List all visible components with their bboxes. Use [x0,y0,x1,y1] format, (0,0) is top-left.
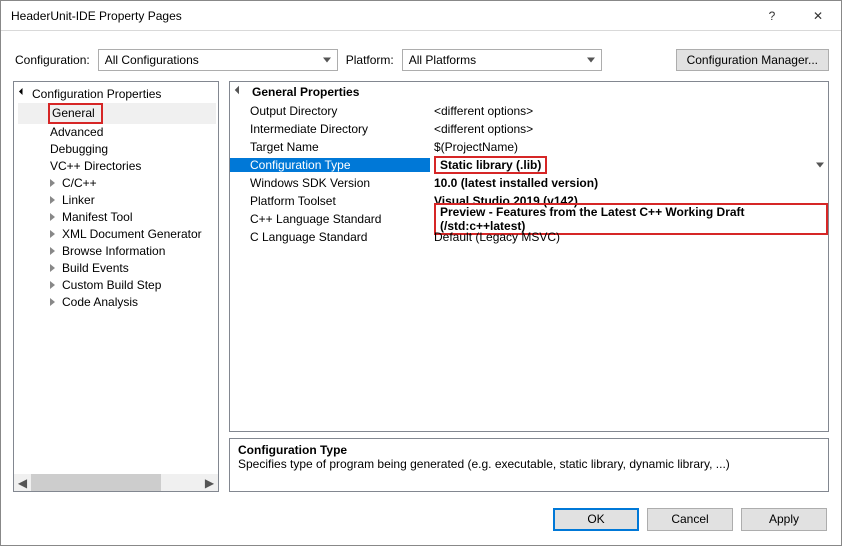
body: Configuration Properties General Advance… [1,81,841,500]
tree-horizontal-scrollbar[interactable]: ◀ ▶ [14,474,218,491]
tree-item-advanced[interactable]: Advanced [18,124,216,141]
prop-label: Intermediate Directory [230,122,430,136]
configuration-type-value: Static library (.lib) [434,156,547,174]
tree-item-xml-document-generator[interactable]: XML Document Generator [18,226,216,243]
prop-value[interactable]: Static library (.lib) [430,156,828,174]
help-icon: ? [769,9,776,23]
tree-item-code-analysis[interactable]: Code Analysis [18,294,216,311]
platform-value: All Platforms [409,53,476,67]
grid-header-label: General Properties [252,85,359,99]
configuration-manager-button[interactable]: Configuration Manager... [676,49,829,71]
chevron-right-icon[interactable] [48,298,56,306]
property-pages-dialog: HeaderUnit-IDE Property Pages ? ✕ Config… [0,0,842,546]
prop-label: C Language Standard [230,230,430,244]
row-cpp-language-standard[interactable]: C++ Language StandardPreview - Features … [230,210,828,228]
row-windows-sdk-version[interactable]: Windows SDK Version10.0 (latest installe… [230,174,828,192]
prop-value[interactable]: <different options> [430,104,828,118]
description-text: Specifies type of program being generate… [238,457,820,471]
tree-item-browse-information[interactable]: Browse Information [18,243,216,260]
tree-item-label: XML Document Generator [62,227,202,241]
scroll-track[interactable] [31,474,201,491]
row-output-directory[interactable]: Output Directory<different options> [230,102,828,120]
prop-label: Configuration Type [230,158,430,172]
tree-item-label: Browse Information [62,244,165,258]
tree-root-configuration-properties[interactable]: Configuration Properties [18,86,216,103]
row-intermediate-directory[interactable]: Intermediate Directory<different options… [230,120,828,138]
tree-item-label: VC++ Directories [50,159,141,173]
tree-item-manifest-tool[interactable]: Manifest Tool [18,209,216,226]
chevron-down-icon[interactable] [236,87,246,97]
chevron-right-icon[interactable] [48,281,56,289]
row-configuration-type[interactable]: Configuration Type Static library (.lib) [230,156,828,174]
tree-item-label: Advanced [50,125,103,139]
chevron-right-icon[interactable] [48,264,56,272]
window-title: HeaderUnit-IDE Property Pages [11,9,749,23]
scroll-left-icon[interactable]: ◀ [14,474,31,491]
tree-item-label: Build Events [62,261,129,275]
platform-dropdown[interactable]: All Platforms [402,49,602,71]
tree-root-label: Configuration Properties [32,87,161,101]
configuration-label: Configuration: [15,53,90,67]
tree-item-build-events[interactable]: Build Events [18,260,216,277]
chevron-right-icon[interactable] [48,230,56,238]
row-c-language-standard[interactable]: C Language StandardDefault (Legacy MSVC) [230,228,828,246]
tree-item-label: Code Analysis [62,295,138,309]
scroll-thumb[interactable] [31,474,161,491]
tree-item-general[interactable]: General [18,103,216,124]
tree-item-vcpp-directories[interactable]: VC++ Directories [18,158,216,175]
config-toolbar: Configuration: All Configurations Platfo… [1,31,841,81]
tree-item-linker[interactable]: Linker [18,192,216,209]
title-bar: HeaderUnit-IDE Property Pages ? ✕ [1,1,841,31]
chevron-right-icon[interactable] [48,196,56,204]
help-button[interactable]: ? [749,1,795,31]
close-icon: ✕ [813,9,823,23]
platform-label: Platform: [346,53,394,67]
configuration-manager-label: Configuration Manager... [687,53,818,67]
prop-label: C++ Language Standard [230,212,430,226]
right-pane: General Properties Output Directory<diff… [229,81,829,492]
apply-button[interactable]: Apply [741,508,827,531]
prop-value[interactable]: Default (Legacy MSVC) [430,230,828,244]
scroll-right-icon[interactable]: ▶ [201,474,218,491]
cancel-button[interactable]: Cancel [647,508,733,531]
chevron-right-icon[interactable] [48,213,56,221]
tree-item-label: Custom Build Step [62,278,161,292]
row-target-name[interactable]: Target Name$(ProjectName) [230,138,828,156]
chevron-right-icon[interactable] [48,247,56,255]
description-pane: Configuration Type Specifies type of pro… [229,438,829,492]
prop-value[interactable]: 10.0 (latest installed version) [430,176,828,190]
grid-body: Output Directory<different options> Inte… [230,102,828,431]
tree-item-debugging[interactable]: Debugging [18,141,216,158]
description-title: Configuration Type [238,443,820,457]
tree-item-custom-build-step[interactable]: Custom Build Step [18,277,216,294]
prop-label: Platform Toolset [230,194,430,208]
prop-label: Output Directory [230,104,430,118]
prop-value[interactable]: <different options> [430,122,828,136]
prop-value[interactable]: $(ProjectName) [430,140,828,154]
chevron-right-icon[interactable] [48,179,56,187]
tree-item-label: Manifest Tool [62,210,132,224]
configuration-dropdown[interactable]: All Configurations [98,49,338,71]
prop-label: Windows SDK Version [230,176,430,190]
ok-button[interactable]: OK [553,508,639,531]
tree-item-c-cpp[interactable]: C/C++ [18,175,216,192]
dialog-footer: OK Cancel Apply [1,500,841,545]
close-button[interactable]: ✕ [795,1,841,31]
tree-item-label: General [48,103,103,124]
configuration-value: All Configurations [105,53,199,67]
properties-tree[interactable]: Configuration Properties General Advance… [14,86,218,474]
chevron-down-icon[interactable] [20,89,28,97]
grid-header[interactable]: General Properties [230,82,828,102]
tree-item-label: C/C++ [62,176,97,190]
prop-label: Target Name [230,140,430,154]
tree-pane: Configuration Properties General Advance… [13,81,219,492]
tree-item-label: Linker [62,193,95,207]
tree-item-label: Debugging [50,142,108,156]
property-grid: General Properties Output Directory<diff… [229,81,829,432]
